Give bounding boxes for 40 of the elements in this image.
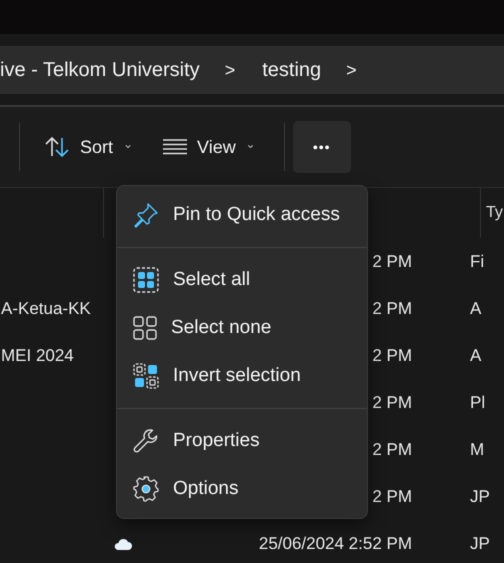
view-button[interactable]: View ⌄ [155,130,264,164]
breadcrumb-item[interactable]: testing [262,58,322,82]
sort-button[interactable]: Sort ⌄ [36,129,142,165]
date-modified: 2 PM [372,298,412,318]
breadcrumb-chevron[interactable]: > [346,60,357,80]
breadcrumb-chevron[interactable]: > [224,60,236,80]
list-lines-icon [163,139,188,155]
wrench-icon [133,428,159,454]
grid-squares-icon [133,316,157,340]
file-type: Pl [470,392,486,412]
file-type: M [470,440,484,458]
invert-selection-icon [133,363,159,389]
menu-item[interactable]: Properties [117,417,367,465]
date-modified: 2 PM [372,252,412,270]
address-bar[interactable]: ive - Telkom University > testing > [0,46,504,94]
file-type: JP [470,534,490,552]
pin-icon [133,202,159,228]
file-type: A [470,298,482,318]
select-all-icon [133,267,159,293]
breadcrumb-item[interactable]: ive - Telkom University [0,58,200,82]
column-header[interactable]: Ty [486,204,503,222]
date-modified: 2 PM [372,392,412,412]
date-modified: 25/06/2024 2:52 PM [258,534,412,552]
menu-item[interactable]: Pin to Quick access [117,191,367,239]
file-type: Fi [470,252,484,270]
date-modified: 2 PM [372,346,412,364]
file-name: MEI 2024 [1,346,74,364]
cloud-icon [114,538,132,550]
file-type: JP [470,486,490,506]
date-modified: 2 PM [372,440,412,458]
date-modified: 2 PM [372,486,412,506]
menu-item[interactable]: Select all [117,256,367,304]
file-type: A [470,346,482,364]
more-options-button[interactable]: ••• [292,121,351,173]
settings-icon [133,476,159,502]
menu-item[interactable]: Options [117,465,367,513]
menu-item[interactable]: Invert selection [117,352,367,400]
file-name: A-Ketua-KK [1,298,91,318]
sort-arrows-icon [44,135,70,159]
menu-item[interactable]: Select none [117,304,367,352]
